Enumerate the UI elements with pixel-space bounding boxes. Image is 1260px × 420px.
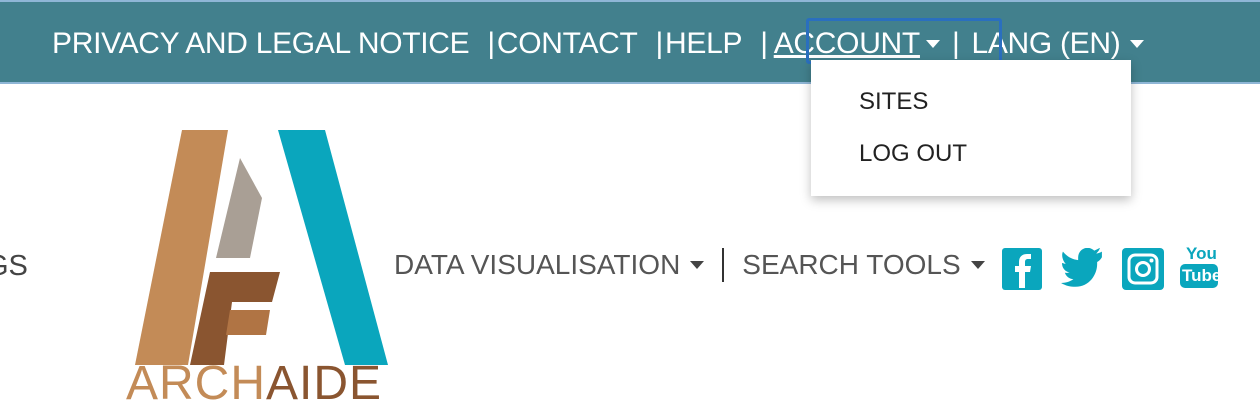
logo-text-arch: ARCH (126, 357, 267, 410)
menu-item-log-out[interactable]: LOG OUT (859, 140, 967, 168)
chevron-down-icon (970, 261, 985, 269)
help-link[interactable]: HELP (665, 27, 742, 61)
contact-link[interactable]: CONTACT (497, 27, 638, 61)
account-dropdown-menu: SITES LOG OUT (811, 60, 1131, 196)
separator: | (760, 27, 768, 60)
nav-divider (722, 248, 725, 282)
menu-item-sites[interactable]: SITES (859, 88, 928, 116)
logo-wordmark: ARCHAIDE (126, 356, 382, 411)
youtube-label-bottom: Tube (1182, 266, 1222, 285)
facebook-icon[interactable] (1002, 248, 1044, 290)
main-navigation: DATA VISUALISATION SEARCH TOOLS (394, 248, 985, 282)
youtube-label-top: You (1186, 244, 1217, 263)
privacy-link[interactable]: PRIVACY AND LEGAL NOTICE (52, 27, 470, 61)
data-visualisation-menu[interactable]: DATA VISUALISATION (394, 249, 680, 281)
twitter-icon[interactable] (1060, 247, 1102, 290)
chevron-down-icon (690, 261, 705, 269)
youtube-badge: Tube (1180, 264, 1222, 288)
logo-text-aide: AIDE (266, 357, 383, 410)
instagram-icon[interactable] (1122, 248, 1164, 290)
nav-item-cropped[interactable]: GS (0, 250, 28, 283)
chevron-down-icon (1130, 40, 1145, 48)
separator: | (487, 27, 495, 60)
separator: | (655, 27, 664, 60)
search-tools-label: SEARCH TOOLS (742, 249, 961, 280)
logo-mark-icon (135, 130, 388, 365)
youtube-icon[interactable]: You Tube (1180, 244, 1222, 292)
search-tools-menu[interactable]: SEARCH TOOLS (742, 249, 960, 281)
account-focus-ring (806, 18, 1002, 64)
data-visualisation-label: DATA VISUALISATION (394, 249, 681, 280)
